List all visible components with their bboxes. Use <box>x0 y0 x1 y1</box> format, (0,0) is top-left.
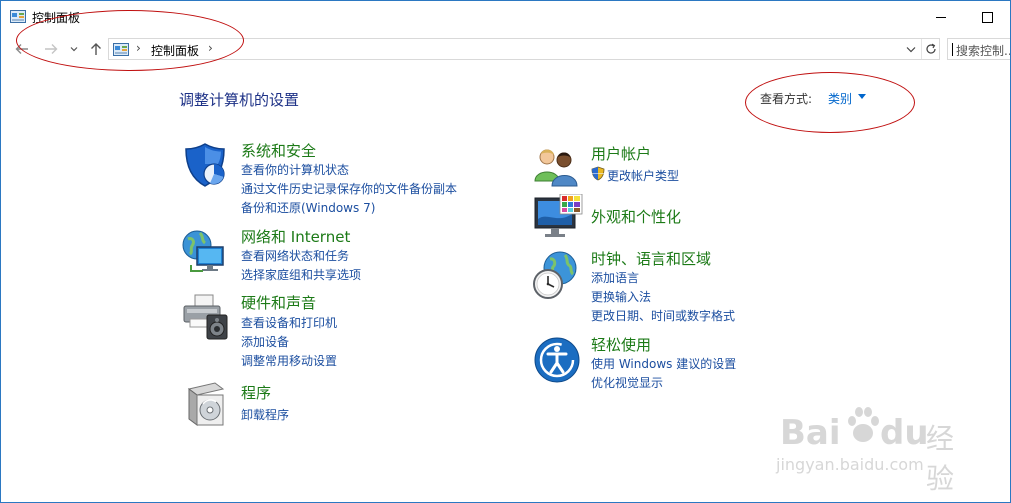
clock-globe-icon[interactable] <box>532 250 580 300</box>
category-hardware-sound[interactable]: 硬件和声音 <box>241 292 316 313</box>
link-optimize-visual-display[interactable]: 优化视觉显示 <box>591 374 663 391</box>
navigation-bar: › 控制面板 › 搜索控制... <box>1 37 1010 61</box>
window-title: 控制面板 <box>32 11 81 25</box>
network-globe-icon[interactable] <box>181 227 229 275</box>
link-file-history-backup[interactable]: 通过文件历史记录保存你的文件备份副本 <box>241 180 457 197</box>
monitor-palette-icon[interactable] <box>533 194 583 242</box>
link-add-language[interactable]: 添加语言 <box>591 269 639 286</box>
paw-icon <box>848 407 879 442</box>
search-placeholder: 搜索控制... <box>956 44 1011 58</box>
chevron-down-icon <box>906 46 916 52</box>
search-box[interactable]: 搜索控制... <box>947 38 1011 60</box>
printer-speaker-icon[interactable] <box>181 293 231 343</box>
uac-shield-icon <box>591 166 605 181</box>
minimize-icon <box>936 16 946 18</box>
text-cursor <box>952 43 953 56</box>
category-user-accounts[interactable]: 用户帐户 <box>591 143 651 164</box>
back-arrow-icon <box>15 44 28 54</box>
title-bar: 控制面板 <box>1 1 1010 33</box>
category-appearance-personalization[interactable]: 外观和个性化 <box>591 206 681 227</box>
category-clock-language-region[interactable]: 时钟、语言和区域 <box>591 248 711 269</box>
link-homegroup-sharing[interactable]: 选择家庭组和共享选项 <box>241 266 361 283</box>
link-view-computer-status[interactable]: 查看你的计算机状态 <box>241 161 349 178</box>
address-bar[interactable]: › 控制面板 › <box>108 38 940 60</box>
control-panel-icon <box>10 10 26 23</box>
watermark-cn: 经验 <box>926 422 955 495</box>
up-arrow-icon <box>91 43 101 55</box>
link-change-input-method[interactable]: 更换输入法 <box>591 288 651 305</box>
up-button[interactable] <box>86 37 106 61</box>
refresh-button[interactable] <box>921 39 940 59</box>
dropdown-caret-icon[interactable] <box>858 94 866 99</box>
link-network-status[interactable]: 查看网络状态和任务 <box>241 247 349 264</box>
back-button[interactable] <box>11 37 33 61</box>
category-network-internet[interactable]: 网络和 Internet <box>241 226 350 247</box>
breadcrumb-separator: › <box>136 41 141 55</box>
link-add-device[interactable]: 添加设备 <box>241 333 289 350</box>
view-by-dropdown[interactable]: 类别 <box>828 90 852 107</box>
link-change-date-time-format[interactable]: 更改日期、时间或数字格式 <box>591 307 735 324</box>
maximize-icon <box>981 11 993 23</box>
category-system-security[interactable]: 系统和安全 <box>241 140 316 161</box>
forward-button[interactable] <box>40 37 62 61</box>
minimize-button[interactable] <box>918 1 964 33</box>
watermark-brand: Bai <box>780 413 841 453</box>
view-by-label: 查看方式: <box>760 92 813 106</box>
maximize-button[interactable] <box>964 1 1010 33</box>
forward-arrow-icon <box>45 44 58 54</box>
shield-icon[interactable] <box>182 142 228 188</box>
category-ease-of-access[interactable]: 轻松使用 <box>591 334 651 355</box>
control-panel-window: 控制面板 › 控制面板 › 搜索控制... 调整计算机的设置 查看方式: 类别 … <box>0 0 1011 503</box>
link-uninstall-program[interactable]: 卸载程序 <box>241 406 289 423</box>
link-windows-recommended-settings[interactable]: 使用 Windows 建议的设置 <box>591 355 736 372</box>
category-programs[interactable]: 程序 <box>241 382 271 403</box>
link-mobility-settings[interactable]: 调整常用移动设置 <box>241 352 337 369</box>
ease-of-access-icon[interactable] <box>533 336 581 384</box>
watermark-url: jingyan.baidu.com <box>776 455 924 474</box>
breadcrumb-separator[interactable]: › <box>208 41 213 55</box>
users-icon[interactable] <box>533 145 581 187</box>
link-devices-printers[interactable]: 查看设备和打印机 <box>241 314 337 331</box>
programs-disc-icon[interactable] <box>185 381 227 427</box>
watermark-brand-end: du <box>880 413 929 453</box>
link-backup-restore[interactable]: 备份和还原(Windows 7) <box>241 199 375 216</box>
breadcrumb-control-panel[interactable]: 控制面板 <box>151 42 199 59</box>
address-history-button[interactable] <box>902 39 920 59</box>
chevron-down-icon <box>70 47 78 52</box>
page-title: 调整计算机的设置 <box>179 91 300 109</box>
link-change-account-type[interactable]: 更改帐户类型 <box>607 167 679 184</box>
refresh-icon <box>926 43 936 54</box>
recent-locations-button[interactable] <box>67 37 81 61</box>
control-panel-icon <box>113 43 129 56</box>
baidu-jingyan-watermark: Bai du 经验 jingyan.baidu.com <box>774 393 959 495</box>
